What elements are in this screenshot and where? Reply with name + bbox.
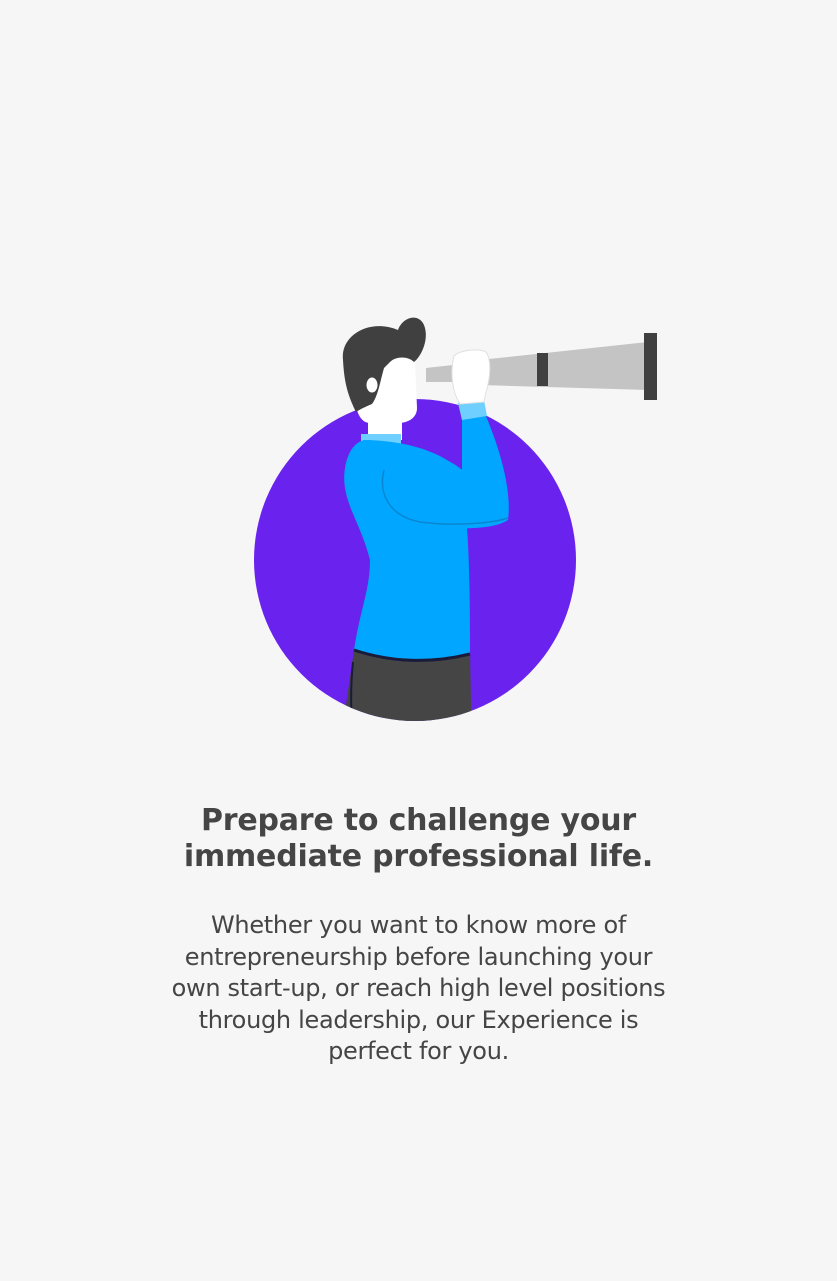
page-description: Whether you want to know more of entrepr… [171, 911, 666, 1065]
telescope-person-illustration [254, 317, 657, 721]
page-headline: Prepare to challenge your immediate prof… [183, 803, 654, 874]
